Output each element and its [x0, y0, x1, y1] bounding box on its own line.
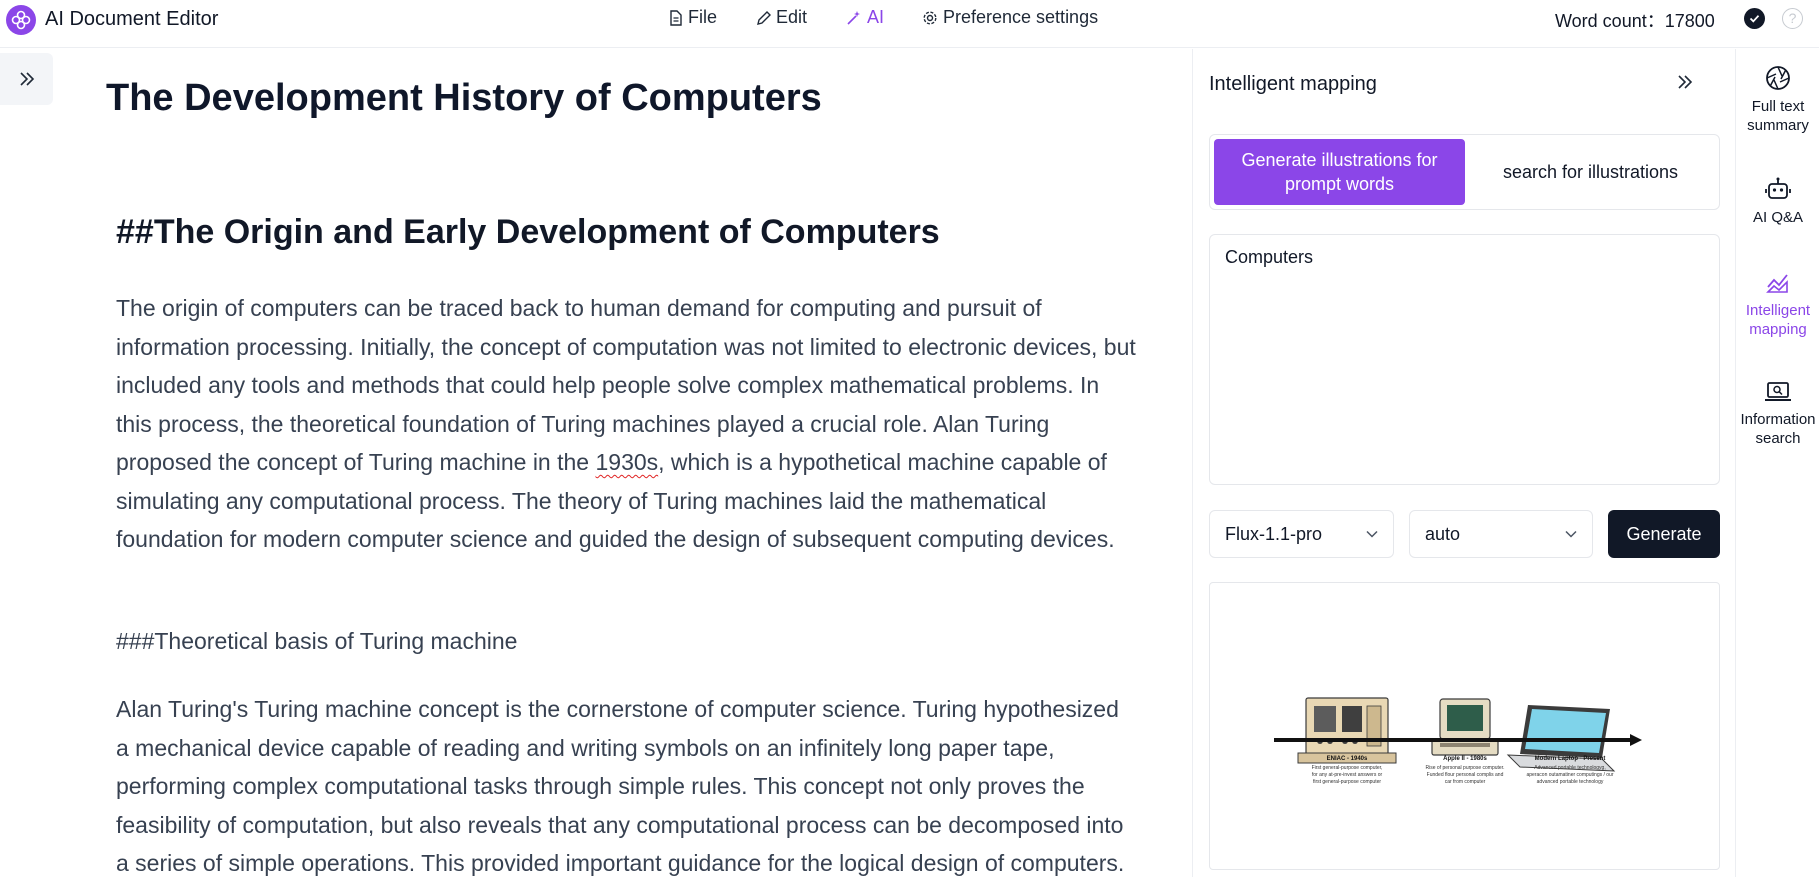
generate-button[interactable]: Generate	[1608, 510, 1720, 558]
document-paragraph-1[interactable]: The origin of computers can be traced ba…	[116, 289, 1136, 559]
illustration-caption: First general-purpose computer,	[1312, 765, 1383, 771]
model-select-value: Flux-1.1-pro	[1225, 523, 1323, 544]
menu-ai-label: AI	[867, 7, 885, 27]
chevron-down-icon	[1366, 530, 1378, 538]
illustration-label: Modern Laptop - Present	[1535, 756, 1606, 762]
app-title: AI Document Editor	[45, 8, 219, 30]
size-select[interactable]: auto	[1409, 510, 1593, 558]
rail-item-label: Full text summary	[1747, 98, 1809, 134]
illustration-caption: advanced portable technology	[1537, 779, 1604, 785]
chart-icon	[1766, 274, 1788, 293]
menu-edit[interactable]: Edit	[756, 7, 807, 28]
app-logo-icon	[6, 5, 36, 35]
illustration-caption: Advanced portable technologyg,	[1534, 765, 1605, 771]
illustration-label: ENIAC - 1940s	[1327, 756, 1368, 762]
tool-rail: Full text summary AI Q&A Intelligent map…	[1735, 49, 1819, 877]
check-circle-icon[interactable]	[1744, 8, 1765, 29]
menu-file[interactable]: File	[668, 7, 717, 28]
help-icon[interactable]: ?	[1782, 8, 1803, 29]
tab-search-illustrations[interactable]: search for illustrations	[1465, 139, 1716, 205]
rail-item-intelligent-mapping[interactable]: Intelligent mapping	[1736, 269, 1819, 339]
double-chevron-right-icon	[1678, 75, 1693, 89]
document-editor[interactable]: The Development History of Computers ##T…	[0, 49, 1192, 877]
aperture-icon	[1766, 66, 1790, 90]
spellcheck-word[interactable]: 1930s	[595, 449, 658, 475]
illustration-caption: for any at-pre-invest answers or	[1312, 772, 1383, 778]
document-heading-h2[interactable]: ##The Origin and Early Development of Co…	[116, 213, 940, 252]
rail-item-label: Information search	[1740, 411, 1816, 447]
tab-generate-illustrations[interactable]: Generate illustrations for prompt words	[1214, 139, 1465, 205]
apple-ii-computer-illustration	[1431, 698, 1499, 756]
rail-item-label: AI Q&A	[1752, 209, 1804, 226]
chevron-down-icon	[1565, 530, 1577, 538]
word-count: Word count：17800	[1555, 11, 1715, 31]
rail-item-label: Intelligent mapping	[1745, 302, 1811, 338]
illustration-caption: first general-purpose computer	[1313, 779, 1381, 785]
menu-file-label: File	[688, 7, 718, 27]
panel-title: Intelligent mapping	[1209, 73, 1377, 95]
rail-item-information-search[interactable]: Information search	[1736, 380, 1819, 448]
document-paragraph-2[interactable]: Alan Turing's Turing machine concept is …	[116, 690, 1136, 877]
mode-tabs: Generate illustrations for prompt words …	[1209, 134, 1720, 210]
intelligent-mapping-panel: Intelligent mapping Generate illustratio…	[1192, 49, 1735, 877]
magic-wand-icon	[847, 10, 860, 25]
menu-edit-label: Edit	[776, 7, 808, 27]
pencil-icon	[757, 10, 771, 25]
size-select-value: auto	[1425, 523, 1461, 544]
generated-illustration[interactable]: ENIAC - 1940s Apple II - 1980s Modern La…	[1209, 582, 1720, 870]
paragraph-text: The origin of computers can be traced ba…	[116, 295, 1136, 475]
menu-preferences-label: Preference settings	[943, 7, 1099, 27]
prompt-input[interactable]: Computers	[1209, 234, 1720, 485]
menu-preferences[interactable]: Preference settings	[922, 7, 1098, 28]
menu-ai[interactable]: AI	[846, 7, 884, 28]
gear-icon	[923, 10, 937, 25]
illustration-caption: Funded flour personal complis and	[1427, 772, 1504, 778]
file-icon	[670, 9, 682, 26]
document-heading-h3[interactable]: ###Theoretical basis of Turing machine	[116, 628, 517, 655]
top-bar: AI Document Editor File Edit AI Preferen…	[0, 0, 1819, 48]
collapse-panel-button[interactable]	[1675, 73, 1695, 96]
eniac-computer-illustration	[1297, 697, 1397, 764]
illustration-caption: car from computer	[1445, 779, 1486, 785]
rail-item-full-text-summary[interactable]: Full text summary	[1736, 65, 1819, 135]
rail-item-ai-qa[interactable]: AI Q&A	[1736, 176, 1819, 227]
illustration-caption: Rise of personal purpose computer.	[1426, 765, 1505, 771]
illustration-label: Apple II - 1980s	[1443, 756, 1487, 762]
laptop-search-icon	[1765, 382, 1791, 401]
document-title[interactable]: The Development History of Computers	[106, 77, 822, 120]
illustration-caption: aperacon outamatiner computings / our	[1527, 772, 1614, 778]
model-select[interactable]: Flux-1.1-pro	[1209, 510, 1394, 558]
robot-icon	[1765, 177, 1791, 199]
